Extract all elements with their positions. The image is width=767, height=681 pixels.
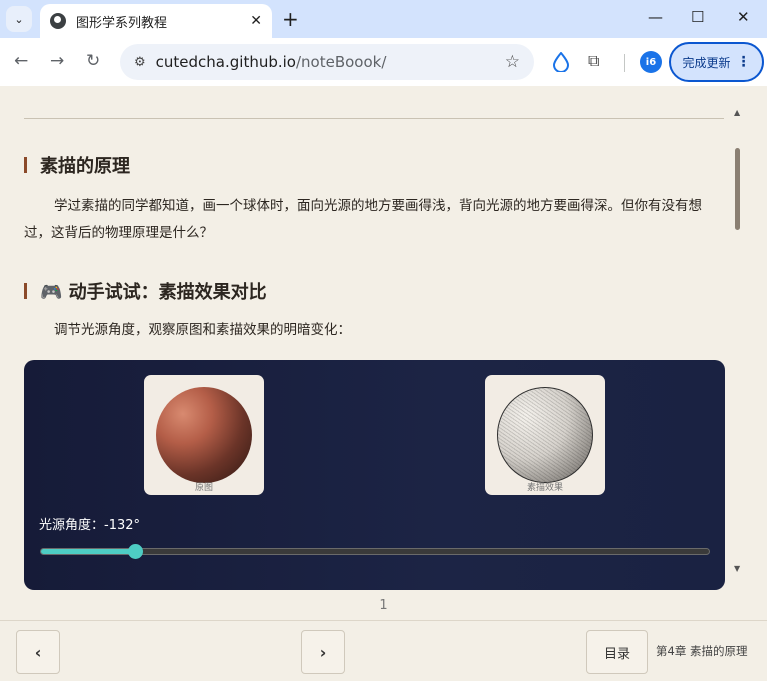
section1-paragraph: 学过素描的同学都知道，画一个球体时，面向光源的地方要画得浅，背向光源的地方要画得… xyxy=(24,198,702,241)
original-caption: 原图 xyxy=(194,483,213,493)
new-tab-icon[interactable]: + xyxy=(282,8,299,30)
profile-extension-icon[interactable]: i6 xyxy=(640,51,662,73)
scroll-up-icon[interactable]: ▲ xyxy=(734,108,740,117)
page-number: 1 xyxy=(379,598,388,613)
url-text: cutedcha.github.io/noteBoook/ xyxy=(156,53,505,71)
tab-search-button[interactable]: ⌄ xyxy=(6,6,32,32)
update-button[interactable]: 完成更新 ⋮ xyxy=(669,42,764,82)
heading-marker xyxy=(24,157,27,173)
scroll-down-icon[interactable]: ▼ xyxy=(734,564,740,573)
slider-handle[interactable] xyxy=(128,544,143,559)
sketch-image-card: 素描效果 xyxy=(485,375,605,495)
browser-tab[interactable]: 图形学系列教程 ✕ xyxy=(40,4,272,38)
section-heading: 🎮 动手试试：素描效果对比 xyxy=(24,278,267,304)
section1-title: 素描的原理 xyxy=(40,156,130,177)
site-info-icon[interactable]: ⚙ xyxy=(134,55,146,70)
light-angle-slider[interactable] xyxy=(40,544,710,559)
close-tab-icon[interactable]: ✕ xyxy=(250,13,262,29)
address-bar[interactable]: ⚙ cutedcha.github.io/noteBoook/ ☆ xyxy=(120,44,534,80)
prev-page-button[interactable]: ‹ xyxy=(16,630,60,674)
bookmark-star-icon[interactable]: ☆ xyxy=(505,52,520,72)
page-content: ▲ ▼ 素描的原理 学过素描的同学都知道，画一个球体时，面向光源的地方要画得浅，… xyxy=(0,86,767,681)
scrollbar-thumb[interactable] xyxy=(735,148,740,230)
maximize-icon[interactable]: ☐ xyxy=(691,8,704,26)
slider-fill xyxy=(41,549,135,554)
browser-toolbar: ← → ↻ ⚙ cutedcha.github.io/noteBoook/ ☆ … xyxy=(0,38,767,86)
section2-paragraph: 调节光源角度，观察原图和素描效果的明暗变化： xyxy=(54,322,351,338)
forward-icon[interactable]: → xyxy=(50,51,64,71)
sketch-caption: 素描效果 xyxy=(526,483,563,493)
chevron-down-icon: ⌄ xyxy=(14,12,24,26)
sketch-demo-panel: 原图 素描效果 光源角度：-132° xyxy=(24,360,725,590)
section2-title: 🎮 动手试试：素描效果对比 xyxy=(40,282,267,303)
next-page-button[interactable]: › xyxy=(301,630,345,674)
minimize-icon[interactable]: — xyxy=(648,8,663,26)
reload-icon[interactable]: ↻ xyxy=(86,51,100,71)
chapter-label: 第4章 素描的原理 xyxy=(656,644,748,658)
section-heading: 素描的原理 xyxy=(24,152,130,178)
toolbar-divider xyxy=(624,54,625,72)
divider xyxy=(24,118,724,119)
sketch-sphere xyxy=(497,387,593,483)
extensions-puzzle-icon[interactable]: ⧉ xyxy=(588,51,599,71)
heading-marker xyxy=(24,283,27,299)
more-menu-icon: ⋮ xyxy=(736,54,751,70)
favicon-icon xyxy=(50,13,66,29)
original-sphere xyxy=(156,387,252,483)
light-angle-label: 光源角度：-132° xyxy=(39,518,141,533)
droplet-extension-icon[interactable] xyxy=(552,52,570,72)
original-image-card: 原图 xyxy=(144,375,264,495)
tab-title: 图形学系列教程 xyxy=(76,15,168,31)
close-window-icon[interactable]: ✕ xyxy=(737,8,750,26)
bottom-nav-bar: ‹ › 目录 第4章 素描的原理 xyxy=(0,620,767,681)
url-host: cutedcha.github.io xyxy=(155,53,296,71)
toc-button[interactable]: 目录 xyxy=(586,630,648,674)
back-icon[interactable]: ← xyxy=(14,51,28,71)
url-path: /noteBoook/ xyxy=(295,53,387,71)
tab-strip: ⌄ 图形学系列教程 ✕ + — ☐ ✕ xyxy=(0,0,767,38)
update-label: 完成更新 xyxy=(682,55,731,70)
